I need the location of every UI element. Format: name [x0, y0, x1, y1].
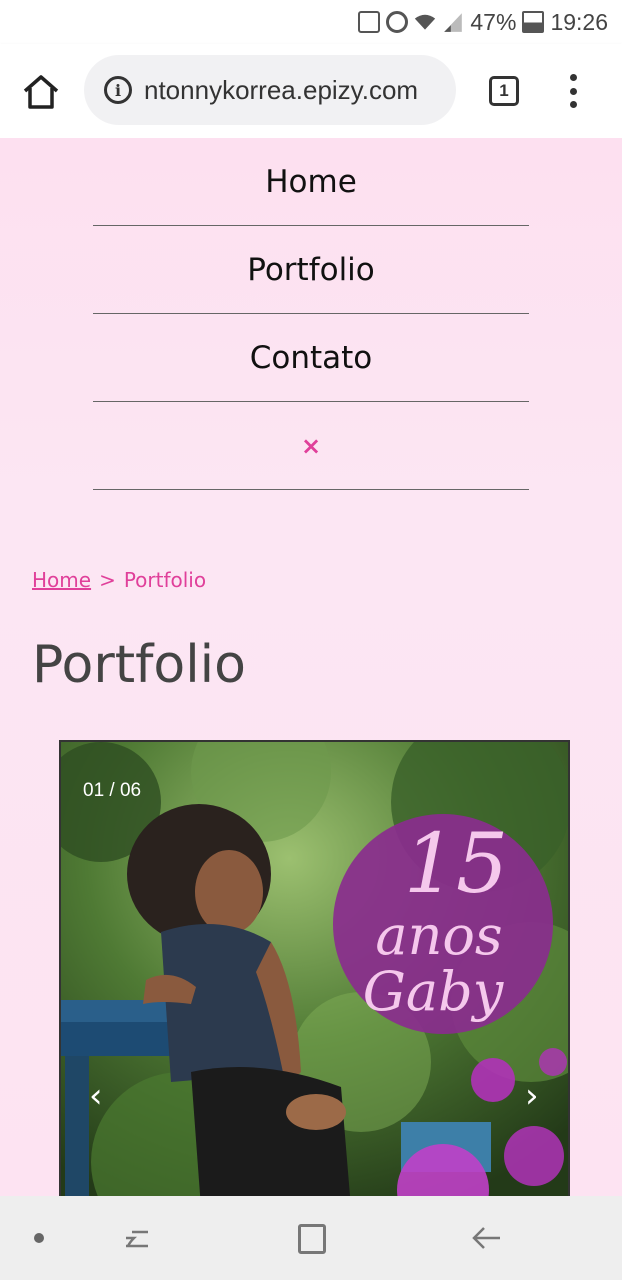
info-icon[interactable]: i: [104, 76, 132, 104]
wifi-icon: [415, 14, 436, 30]
nav-item-portfolio[interactable]: Portfolio: [93, 226, 529, 314]
nav-item-contato[interactable]: Contato: [93, 314, 529, 402]
clock: 19:26: [550, 8, 608, 35]
nav-item-home[interactable]: Home: [93, 138, 529, 226]
chevron-left-icon[interactable]: ‹: [89, 1076, 103, 1116]
signal-icon: [444, 13, 463, 32]
slide-text-15: 15: [404, 817, 508, 912]
battery-icon: [522, 11, 545, 33]
address-bar[interactable]: i ntonnykorrea.epizy.com: [84, 55, 456, 125]
url-text: ntonnykorrea.epizy.com: [144, 74, 419, 105]
portfolio-photo: 15 anos Gaby: [61, 742, 568, 1196]
back-icon[interactable]: [470, 1222, 502, 1254]
status-bar: 47% 19:26: [0, 0, 622, 44]
home-icon[interactable]: [22, 74, 60, 110]
portfolio-slider[interactable]: 15 anos Gaby 01 / 06 ‹ ›: [59, 740, 570, 1196]
page-content: Home Portfolio Contato × Home > Portfolio …: [0, 138, 622, 1196]
breadcrumb-separator: >: [99, 568, 116, 592]
nav-menu: Home Portfolio Contato ×: [93, 138, 529, 490]
home-nav-icon[interactable]: [298, 1224, 326, 1254]
system-nav-bar: [0, 1196, 622, 1280]
overflow-menu-icon[interactable]: [562, 74, 584, 108]
close-menu-icon[interactable]: ×: [93, 402, 529, 490]
alarm-icon: [386, 11, 409, 33]
slide-text-anos: anos: [375, 904, 502, 967]
recents-icon[interactable]: [122, 1224, 152, 1254]
tab-switcher-button[interactable]: 1: [489, 76, 519, 106]
slide-text-gaby: Gaby: [363, 960, 505, 1023]
battery-saver-icon: [358, 11, 381, 33]
chevron-right-icon[interactable]: ›: [525, 1076, 539, 1116]
breadcrumb-home-link[interactable]: Home: [32, 568, 91, 592]
nav-dot-icon[interactable]: [34, 1233, 44, 1243]
battery-percent: 47%: [470, 8, 517, 35]
slide-counter: 01 / 06: [83, 780, 142, 801]
browser-toolbar: i ntonnykorrea.epizy.com 1: [0, 44, 622, 139]
breadcrumb-current: Portfolio: [123, 568, 207, 592]
page-title: Portfolio: [32, 635, 246, 695]
breadcrumb: Home > Portfolio: [32, 568, 206, 592]
